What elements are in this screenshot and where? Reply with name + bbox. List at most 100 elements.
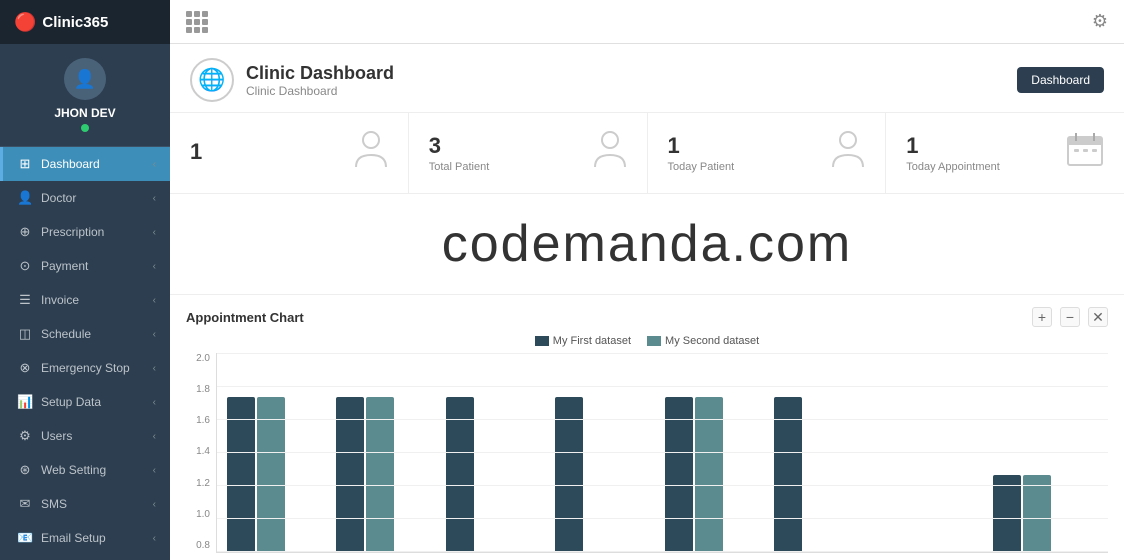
- chevron-right-icon: ‹: [153, 397, 156, 408]
- user-name: JHON DEV: [14, 106, 156, 120]
- sidebar-item-dashboard[interactable]: ⊞ Dashboard ‹: [0, 147, 170, 181]
- legend-dot-first: [535, 336, 549, 346]
- web-setting-icon: ⊛: [17, 462, 33, 478]
- chart-area: 2.0 1.8 1.6 1.4 1.2 1.0 0.8: [186, 353, 1108, 553]
- bar-group-1: [336, 397, 441, 552]
- sidebar-item-label: Dashboard: [41, 157, 100, 171]
- sidebar-item-label: Emergency Stop: [41, 361, 130, 375]
- sidebar-item-payment[interactable]: ⊙ Payment ‹: [0, 249, 170, 283]
- calendar-icon: [1066, 131, 1104, 175]
- sidebar-item-label: Users: [41, 429, 72, 443]
- globe-icon: 🌐: [190, 58, 234, 102]
- sidebar-logo: 🔴 Clinic365: [0, 0, 170, 44]
- sidebar-item-schedule[interactable]: ◫ Schedule ‹: [0, 317, 170, 351]
- sidebar-item-setup-data[interactable]: 📊 Setup Data ‹: [0, 385, 170, 419]
- chevron-right-icon: ‹: [153, 363, 156, 374]
- bar-group-4: [665, 397, 770, 552]
- logo-text: Clinic365: [42, 14, 108, 31]
- y-label-6: 0.8: [196, 540, 210, 551]
- chart-header: Appointment Chart + − ✕: [186, 307, 1108, 327]
- sidebar-item-emergency-stop[interactable]: ⊗ Emergency Stop ‹: [0, 351, 170, 385]
- stat-number-0: 1: [190, 139, 202, 165]
- sidebar-item-label: Schedule: [41, 327, 91, 341]
- payment-icon: ⊙: [17, 258, 33, 274]
- users-icon: ⚙: [17, 428, 33, 444]
- bar-dark-3: [555, 397, 583, 552]
- page-header: 🌐 Clinic Dashboard Clinic Dashboard Dash…: [170, 44, 1124, 113]
- chevron-right-icon: ‹: [153, 499, 156, 510]
- sidebar-item-invoice[interactable]: ☰ Invoice ‹: [0, 283, 170, 317]
- topbar: ⚙: [170, 0, 1124, 44]
- emergency-stop-icon: ⊗: [17, 360, 33, 376]
- watermark-text: codemanda.com: [442, 214, 852, 274]
- chart-bars: [216, 353, 1108, 553]
- chart-section: Appointment Chart + − ✕ My First dataset…: [170, 295, 1124, 560]
- sidebar-item-doctor[interactable]: 👤 Doctor ‹: [0, 181, 170, 215]
- bar-dark-0: [227, 397, 255, 552]
- sidebar-item-prescription[interactable]: ⊕ Prescription ‹: [0, 215, 170, 249]
- prescription-icon: ⊕: [17, 224, 33, 240]
- chevron-right-icon: ‹: [153, 159, 156, 170]
- bar-teal-0: [257, 397, 285, 552]
- sidebar-item-label: Web Setting: [41, 463, 106, 477]
- legend-label-first: My First dataset: [553, 335, 631, 347]
- bar-group-7: [993, 475, 1098, 552]
- page-title: Clinic Dashboard: [246, 63, 394, 84]
- chart-controls: + − ✕: [1032, 307, 1108, 327]
- user-status-indicator: [81, 124, 89, 132]
- stat-card-3: 1 Today Appointment: [886, 113, 1124, 193]
- stat-card-2: 1 Today Patient: [648, 113, 887, 193]
- sidebar: 🔴 Clinic365 👤 JHON DEV ⊞ Dashboard ‹ 👤 D…: [0, 0, 170, 560]
- sidebar-item-email-setup[interactable]: 📧 Email Setup ‹: [0, 521, 170, 555]
- sidebar-item-label: SMS: [41, 497, 67, 511]
- chevron-right-icon: ‹: [153, 227, 156, 238]
- stat-label-1: Total Patient: [429, 161, 490, 173]
- chart-minimize-button[interactable]: −: [1060, 307, 1080, 327]
- chevron-right-icon: ‹: [153, 193, 156, 204]
- y-label-1: 1.8: [196, 384, 210, 395]
- chart-legend: My First dataset My Second dataset: [186, 335, 1108, 347]
- y-label-5: 1.0: [196, 509, 210, 520]
- sidebar-item-label: Prescription: [41, 225, 104, 239]
- logo-icon: 🔴: [14, 12, 36, 33]
- sidebar-item-web-setting[interactable]: ⊛ Web Setting ‹: [0, 453, 170, 487]
- bar-dark-1: [336, 397, 364, 552]
- setup-data-icon: 📊: [17, 394, 33, 410]
- bar-dark-5: [774, 397, 802, 552]
- person-icon-2: [831, 129, 865, 177]
- apps-icon[interactable]: [186, 11, 208, 33]
- bar-group-0: [227, 397, 332, 552]
- legend-label-second: My Second dataset: [665, 335, 759, 347]
- watermark-section: codemanda.com: [170, 194, 1124, 295]
- stat-card-0: 1: [170, 113, 409, 193]
- y-label-4: 1.2: [196, 478, 210, 489]
- legend-second-dataset: My Second dataset: [647, 335, 759, 347]
- gear-icon[interactable]: ⚙: [1092, 11, 1108, 32]
- y-label-3: 1.4: [196, 446, 210, 457]
- chevron-right-icon: ‹: [153, 295, 156, 306]
- bar-teal-1: [366, 397, 394, 552]
- sidebar-nav: ⊞ Dashboard ‹ 👤 Doctor ‹ ⊕ Prescription …: [0, 147, 170, 560]
- bar-dark-4: [665, 397, 693, 552]
- bar-group-3: [555, 397, 660, 552]
- chart-close-button[interactable]: ✕: [1088, 307, 1108, 327]
- stat-label-2: Today Patient: [668, 161, 735, 173]
- dashboard-icon: ⊞: [17, 156, 33, 172]
- stat-card-1: 3 Total Patient: [409, 113, 648, 193]
- breadcrumb-button[interactable]: Dashboard: [1017, 67, 1104, 93]
- sidebar-item-sms[interactable]: ✉ SMS ‹: [0, 487, 170, 521]
- legend-first-dataset: My First dataset: [535, 335, 631, 347]
- sms-icon: ✉: [17, 496, 33, 512]
- sidebar-item-label: Doctor: [41, 191, 76, 205]
- chevron-right-icon: ‹: [153, 329, 156, 340]
- stats-row: 1 3 Total Patient: [170, 113, 1124, 194]
- chevron-right-icon: ‹: [153, 465, 156, 476]
- bar-group-5: [774, 397, 879, 552]
- chart-add-button[interactable]: +: [1032, 307, 1052, 327]
- page-subtitle: Clinic Dashboard: [246, 84, 394, 98]
- sidebar-item-users[interactable]: ⚙ Users ‹: [0, 419, 170, 453]
- sidebar-item-label: Email Setup: [41, 531, 106, 545]
- bar-dark-7: [993, 475, 1021, 552]
- chevron-right-icon: ‹: [153, 431, 156, 442]
- y-label-2: 1.6: [196, 415, 210, 426]
